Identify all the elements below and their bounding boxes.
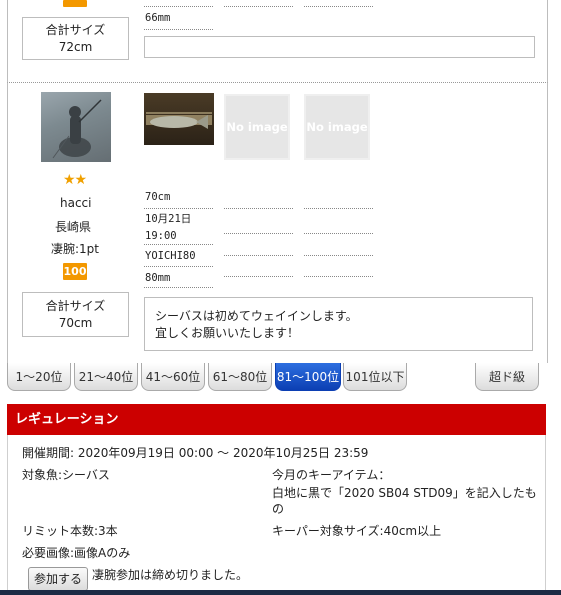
regulation-period: 開催期間: 2020年09月19日 00:00 〜 2020年10月25日 23… (22, 446, 369, 460)
regulation-required-image: 必要画像:画像Aのみ (22, 546, 131, 560)
angler-silhouette-icon (52, 99, 102, 159)
data-divider (304, 255, 373, 256)
tab-rank-61-80[interactable]: 61〜80位 (208, 363, 272, 391)
regulation-heading: レギュレーション (7, 404, 546, 435)
data-divider (304, 276, 373, 277)
tab-rank-81-100[interactable]: 81〜100位 (275, 363, 341, 391)
data-divider (144, 29, 213, 30)
fish-photo-icon (146, 112, 212, 129)
prefecture: 長崎県 (55, 220, 92, 234)
catch-date: 10月21日 (145, 213, 192, 225)
tab-rank-41-60[interactable]: 41〜60位 (141, 363, 205, 391)
tab-rank-101-below[interactable]: 101位以下 (343, 363, 407, 391)
rank-badge (63, 0, 87, 7)
data-divider (224, 233, 293, 234)
rating-stars: ★★ (63, 172, 87, 188)
rank-badge: 100 (63, 263, 87, 280)
no-image-placeholder: No image (224, 94, 290, 160)
comment-line: シーバスは初めてウェイインします。 (155, 309, 358, 323)
comment-box: シーバスは初めてウェイインします。 宜しくお願いいたします！ (144, 297, 533, 351)
total-size-value: 72cm (58, 40, 93, 54)
data-divider (144, 266, 213, 267)
comment-line: 宜しくお願いいたします！ (155, 326, 300, 340)
no-image-placeholder: No image (304, 94, 370, 160)
data-divider (144, 208, 213, 209)
data-divider (304, 208, 373, 209)
catch-photo[interactable] (144, 93, 214, 145)
data-divider (224, 255, 293, 256)
total-size-label: 合計サイズ (45, 23, 106, 37)
regulation-target-fish: 対象魚:シーバス (22, 468, 110, 482)
regulation-keeper-size: キーパー対象サイズ:40cm以上 (272, 524, 442, 538)
total-size-box: 合計サイズ 70cm (22, 292, 129, 337)
lure-size-value: 66mm (145, 12, 171, 24)
footer-bar (0, 590, 561, 595)
total-size-box: 合計サイズ 72cm (22, 17, 129, 60)
fish-size-value: 70cm (145, 191, 171, 203)
data-divider (224, 6, 293, 7)
key-item-text: の (272, 502, 285, 516)
data-divider (144, 287, 213, 288)
tab-rank-21-40[interactable]: 21〜40位 (74, 363, 138, 391)
regulation-limit: リミット本数:3本 (22, 524, 118, 538)
closed-notice: 凄腕参加は締め切りました。 (92, 568, 249, 582)
key-item-label: 今月のキーアイテム： (272, 468, 391, 482)
avatar (41, 92, 111, 162)
username[interactable]: hacci (60, 196, 92, 210)
tab-rank-1-20[interactable]: 1〜20位 (7, 363, 71, 391)
super-big-button[interactable]: 超ド級 (475, 363, 539, 391)
data-divider (304, 233, 373, 234)
data-divider (144, 6, 213, 7)
data-divider (144, 244, 213, 245)
comment-box (144, 36, 535, 58)
data-divider (304, 6, 373, 7)
catch-time: 19:00 (145, 230, 177, 242)
total-size-value: 70cm (58, 316, 93, 330)
lure-name: YOICHI80 (145, 250, 196, 262)
data-divider (224, 276, 293, 277)
total-size-label: 合計サイズ (45, 299, 106, 313)
lure-size-value: 80mm (145, 272, 171, 284)
join-button[interactable]: 参加する (28, 567, 88, 591)
key-item-text: 白地に黒で「2020 SB04 STD09」を記入したも (272, 486, 537, 500)
points: 凄腕:1pt (51, 242, 100, 256)
data-divider (224, 208, 293, 209)
